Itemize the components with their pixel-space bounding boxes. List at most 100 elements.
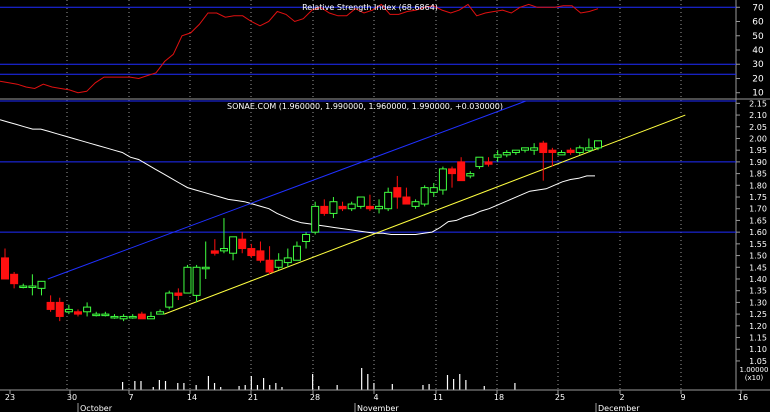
rsi-title: Relative Strength Index (68.6864) <box>302 3 438 12</box>
price-tick-label: 2.10 <box>749 111 767 120</box>
rsi-tick-label: 40 <box>752 46 764 56</box>
candle-body <box>457 161 466 182</box>
candle-body <box>575 147 584 154</box>
x-tick-label: 30 <box>67 393 77 402</box>
price-tick-label: 1.80 <box>749 181 767 190</box>
candle-body <box>548 149 557 154</box>
candle-body <box>10 273 19 285</box>
month-label: December <box>598 404 640 412</box>
candle-body <box>137 313 146 320</box>
candle-body <box>64 308 73 313</box>
trend-line-lower <box>164 114 686 315</box>
moving-average-line <box>0 119 595 235</box>
candle-body <box>375 205 384 210</box>
price-tick-label: 1.70 <box>749 205 767 214</box>
candle-body <box>37 280 46 289</box>
rsi-line <box>0 3 599 94</box>
candle-body <box>511 149 520 154</box>
x-tick-label: 2 <box>619 393 624 402</box>
x-tick-label: 28 <box>310 393 320 402</box>
candle-body <box>28 285 37 289</box>
candle-body <box>1 257 9 280</box>
candle-body <box>192 266 201 296</box>
x-tick-label: 11 <box>433 393 443 402</box>
candle-body <box>265 259 274 273</box>
candle-body <box>283 257 292 264</box>
x-tick-label: 23 <box>5 393 15 402</box>
price-tick-label: 1.90 <box>749 158 767 167</box>
candle-body <box>393 187 402 198</box>
candle-body <box>484 161 493 165</box>
candle-body <box>210 250 219 254</box>
price-tick-label: 1.15 <box>749 334 767 343</box>
candle-body <box>83 306 92 313</box>
x-tick-label: 9 <box>680 393 685 402</box>
price-tick-label: 1.10 <box>749 345 767 354</box>
rsi-tick-label: 30 <box>752 60 764 70</box>
candle-body <box>46 301 55 310</box>
price-tick-label: 1.50 <box>749 252 767 261</box>
chart-svg: 10 20 30 40 50 60 70 Relative Strength Index (6… <box>0 0 770 412</box>
price-title: SONAE.COM (1.960000, 1.990000, 1.960000,… <box>227 102 503 111</box>
price-tick-label: 1.55 <box>749 240 767 249</box>
month-label: November <box>357 404 399 412</box>
candle-body <box>365 205 374 210</box>
price-tick-label: 1.20 <box>749 322 767 331</box>
candle-body <box>438 168 447 191</box>
candle-body <box>256 250 265 261</box>
candle-body <box>73 311 82 315</box>
candle-body <box>475 156 484 168</box>
candle-body <box>566 149 575 154</box>
price-tick-label: 1.35 <box>749 287 767 296</box>
candle-body <box>156 311 165 315</box>
candle-body <box>311 205 320 233</box>
candle-body <box>429 187 438 193</box>
price-tick-label: 1.60 <box>749 228 767 237</box>
price-tick-label: 1.85 <box>749 170 767 179</box>
volume-scale-label: 1.00000 <box>740 366 769 374</box>
candle-body <box>229 236 238 254</box>
price-tick-label: 1.30 <box>749 298 767 307</box>
candle-body <box>356 196 365 207</box>
price-tick-label: 1.25 <box>749 310 767 319</box>
candle-body <box>557 152 566 156</box>
candle-body <box>521 147 530 151</box>
candle-body <box>183 266 192 294</box>
rsi-tick-label: 70 <box>752 3 764 13</box>
volume-scale-unit: (x10) <box>745 374 764 382</box>
rsi-tick-label: 20 <box>752 74 764 84</box>
candle-body <box>92 313 101 317</box>
rsi-tick-label: 50 <box>752 32 764 42</box>
chart-window: 10 20 30 40 50 60 70 Relative Strength Index (6… <box>0 0 770 412</box>
x-tick-label: 16 <box>738 393 748 402</box>
candle-body <box>320 205 329 214</box>
trend-line-upper <box>47 100 527 280</box>
candle-body <box>448 168 457 175</box>
price-tick-label: 1.05 <box>749 357 767 366</box>
candle-body <box>165 292 174 308</box>
rsi-tick-label: 10 <box>752 89 764 99</box>
x-tick-label: 7 <box>128 393 133 402</box>
price-tick-label: 1.45 <box>749 263 767 272</box>
x-tick-label: 18 <box>494 393 504 402</box>
candle-body <box>466 173 475 177</box>
candle-body <box>101 313 110 317</box>
candle-body <box>55 301 64 317</box>
candle-body <box>128 315 137 319</box>
candle-body <box>530 147 539 151</box>
candle-body <box>539 142 548 154</box>
candle-body <box>146 315 155 320</box>
price-tick-label: 2.05 <box>749 123 767 132</box>
candle-body <box>347 203 356 210</box>
candle-body <box>292 245 301 261</box>
candle-body <box>493 154 502 158</box>
price-tick-label: 2.00 <box>749 134 767 143</box>
price-tick-label: 1.75 <box>749 193 767 202</box>
candle-body <box>502 152 511 156</box>
candle-body <box>594 140 602 149</box>
x-tick-label: 14 <box>187 393 197 402</box>
candle-body <box>219 248 228 252</box>
price-tick-label: 1.65 <box>749 216 767 225</box>
x-tick-label: 25 <box>555 393 565 402</box>
candle-body <box>329 201 338 214</box>
